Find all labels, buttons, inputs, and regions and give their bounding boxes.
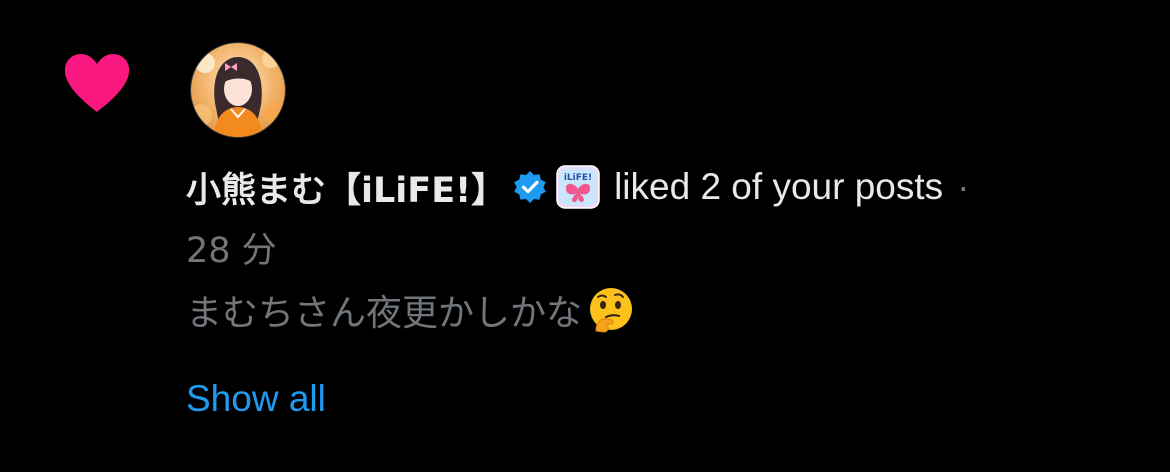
notification-header: 小熊まむ【iLiFE!】 iLiFE! liked 2 of your post… (186, 160, 969, 214)
ilife-affiliate-badge[interactable]: iLiFE! (556, 165, 600, 209)
liked-post-preview[interactable]: まむちさん夜更かしかな (186, 284, 636, 336)
verified-badge-icon (512, 169, 548, 205)
user-name[interactable]: 小熊まむ【iLiFE!】 (186, 162, 506, 213)
heart-icon (62, 52, 132, 114)
svg-text:iLiFE!: iLiFE! (564, 173, 592, 183)
notification-action-text: liked 2 of your posts (614, 166, 944, 207)
post-text: まむちさん夜更かしかな (186, 293, 583, 334)
thinking-face-emoji (586, 285, 636, 335)
show-all-link[interactable]: Show all (186, 378, 326, 420)
avatar[interactable] (190, 42, 286, 138)
timestamp: 28 分 (186, 231, 277, 271)
separator-dot: · (957, 166, 970, 207)
